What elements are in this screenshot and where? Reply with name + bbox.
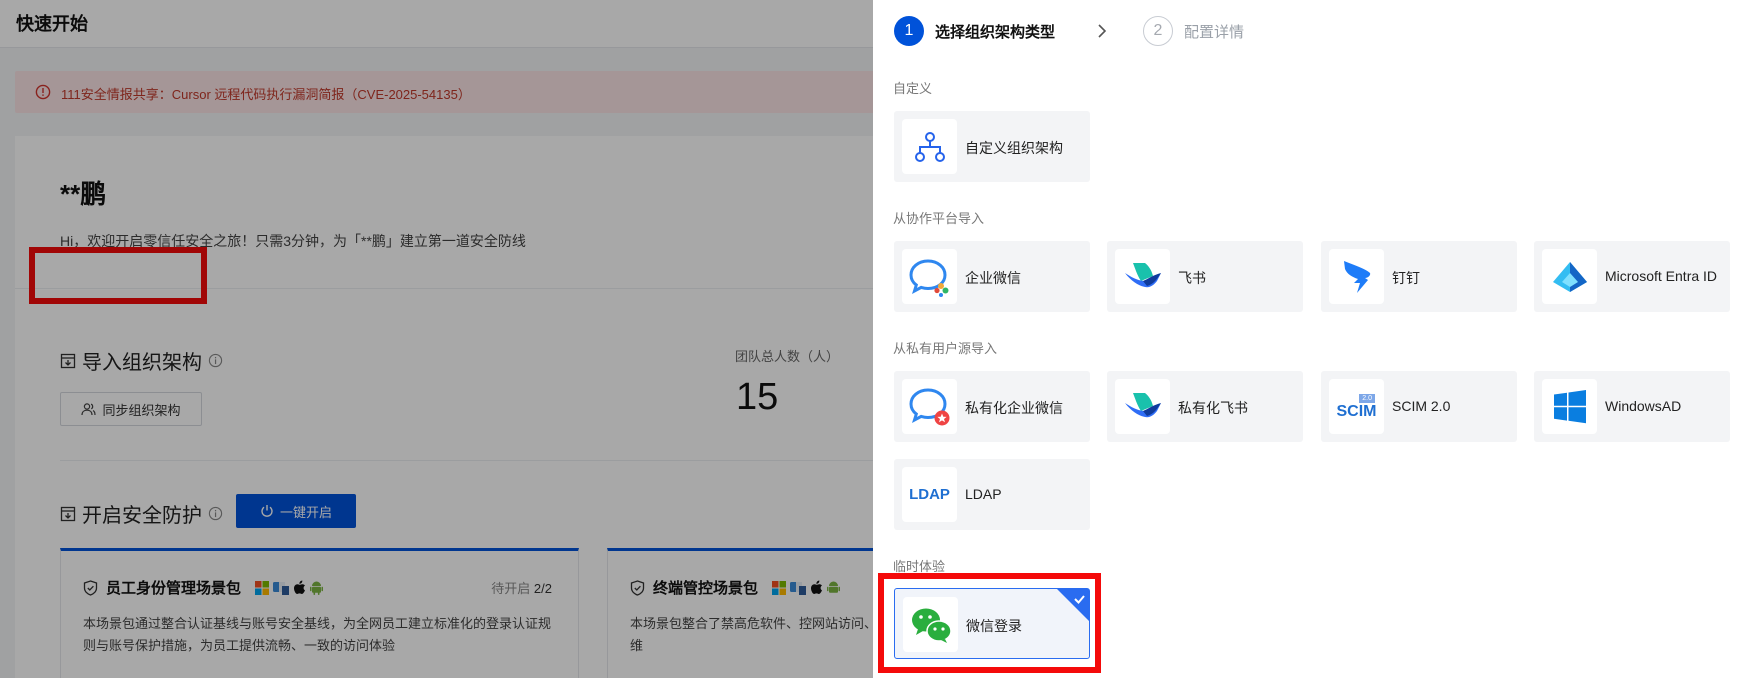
- tile-label: 自定义组织架构: [965, 140, 1063, 156]
- tile-private-feishu[interactable]: 私有化飞书: [1107, 371, 1303, 442]
- scim-badge: 2.0: [1359, 393, 1375, 403]
- ldap-icon: LDAP: [902, 467, 957, 522]
- group-label-private: 从私有用户源导入: [893, 341, 998, 356]
- wecom-icon: [902, 249, 957, 304]
- tile-custom-org[interactable]: 自定义组织架构: [894, 111, 1090, 182]
- tile-label: LDAP: [965, 486, 1002, 502]
- tile-windows-ad[interactable]: WindowsAD: [1534, 371, 1730, 442]
- tile-wecom[interactable]: 企业微信: [894, 241, 1090, 312]
- tile-label: WindowsAD: [1605, 398, 1682, 414]
- scim-wordmark: SCIM: [1336, 402, 1377, 420]
- private-wecom-icon: [902, 379, 957, 434]
- tile-label: 钉钉: [1392, 270, 1420, 286]
- scim-icon: 2.0 SCIM: [1329, 379, 1384, 434]
- dingtalk-icon: [1329, 249, 1384, 304]
- tile-private-wecom[interactable]: 私有化企业微信: [894, 371, 1090, 442]
- org-tree-icon: [902, 119, 957, 174]
- group-label-collab: 从协作平台导入: [893, 211, 985, 226]
- tile-label: SCIM 2.0: [1392, 398, 1451, 414]
- tile-scim[interactable]: 2.0 SCIM SCIM 2.0: [1321, 371, 1517, 442]
- tile-feishu[interactable]: 飞书: [1107, 241, 1303, 312]
- tile-microsoft-entra[interactable]: Microsoft Entra ID: [1534, 241, 1730, 312]
- step-label: 选择组织架构类型: [935, 23, 1056, 41]
- step-label: 配置详情: [1184, 23, 1245, 41]
- microsoft-entra-icon: [1542, 249, 1597, 304]
- page: 快速开始 111安全情报共享：Cursor 远程代码执行漏洞简报（CVE-202…: [0, 0, 1737, 678]
- step-2: 2 配置详情: [1143, 16, 1244, 46]
- step-1: 1 选择组织架构类型: [894, 16, 1055, 46]
- windows-icon: [1542, 379, 1597, 434]
- step-number: 2: [1143, 16, 1173, 46]
- step-number: 1: [894, 16, 924, 46]
- tile-label: 企业微信: [965, 270, 1021, 286]
- tile-label: 私有化飞书: [1178, 400, 1248, 416]
- feishu-icon: [1115, 249, 1170, 304]
- tile-label: 飞书: [1178, 270, 1206, 286]
- tile-ldap[interactable]: LDAP LDAP: [894, 459, 1090, 530]
- tile-label: 私有化企业微信: [965, 400, 1063, 416]
- chevron-right-icon: [1098, 24, 1107, 38]
- ldap-wordmark: LDAP: [909, 486, 950, 503]
- highlight-box: [878, 573, 1101, 673]
- tile-dingtalk[interactable]: 钉钉: [1321, 241, 1517, 312]
- private-feishu-icon: [1115, 379, 1170, 434]
- group-label-custom: 自定义: [893, 81, 933, 96]
- tile-label: Microsoft Entra ID: [1605, 268, 1718, 284]
- modal-overlay[interactable]: [0, 0, 873, 678]
